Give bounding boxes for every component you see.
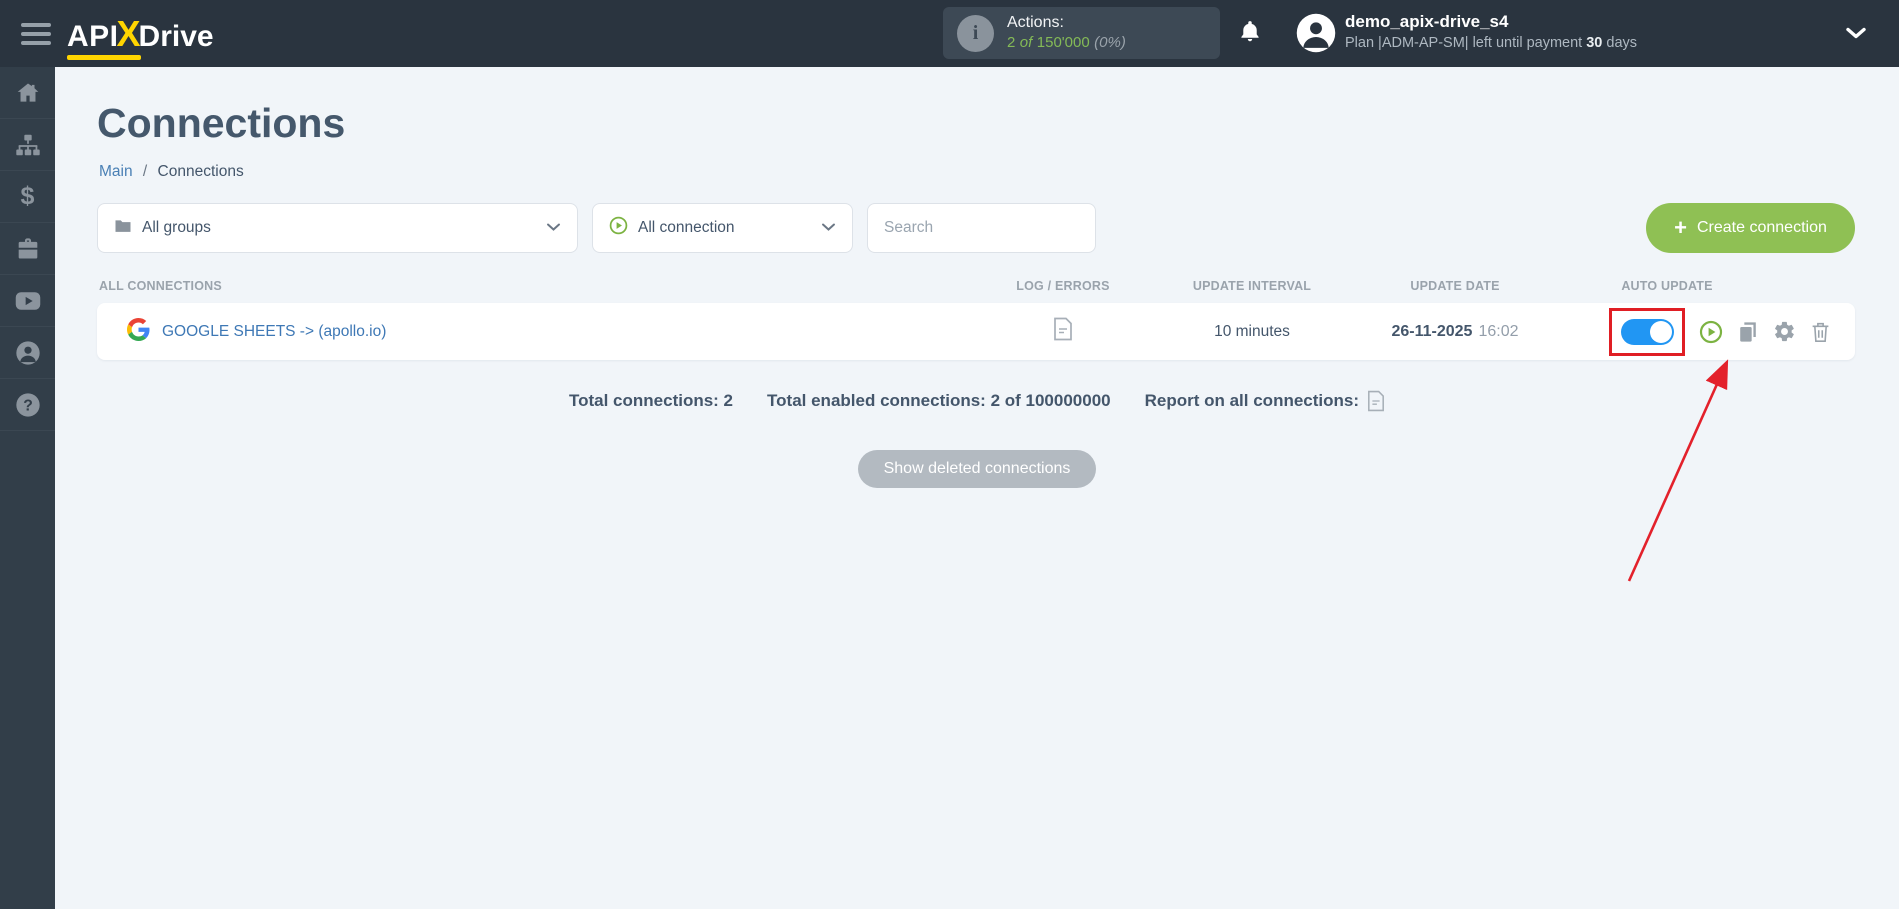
auto-update-toggle[interactable]: [1620, 318, 1674, 345]
sidebar-item-account[interactable]: [0, 327, 55, 379]
update-interval-value: 10 minutes: [1214, 322, 1290, 340]
total-connections-text: Total connections: 2: [568, 391, 734, 410]
home-icon: [15, 80, 41, 106]
user-name: demo_apix-drive_s4: [1345, 12, 1509, 31]
create-connection-button[interactable]: + Create connection: [1646, 203, 1855, 253]
sidebar-item-help[interactable]: ?: [0, 379, 55, 431]
copy-connection-icon[interactable]: [1737, 320, 1759, 344]
col-header-log-errors: LOG / ERRORS: [1016, 279, 1110, 293]
sitemap-icon: [15, 132, 41, 158]
actions-label: Actions:: [1007, 14, 1064, 31]
sidebar-nav: $ ?: [0, 67, 55, 909]
breadcrumb-main-link[interactable]: Main: [99, 163, 133, 180]
report-all-connections: Report on all connections:: [1145, 390, 1385, 412]
red-highlight-box: [1609, 307, 1685, 356]
col-header-update-interval: UPDATE INTERVAL: [1192, 279, 1312, 293]
connection-row: GOOGLE SHEETS -> (apollo.io) 10 minutes …: [97, 303, 1855, 360]
logo-text-x: X: [116, 12, 141, 54]
logo-text-api: API: [67, 19, 119, 53]
info-icon: i: [957, 14, 994, 52]
breadcrumb-separator: /: [142, 163, 148, 180]
svg-text:?: ?: [23, 397, 33, 414]
table-header-row: ALL CONNECTIONS LOG / ERRORS UPDATE INTE…: [97, 279, 1855, 293]
connection-filter-dropdown[interactable]: All connection: [592, 203, 853, 253]
sidebar-item-services[interactable]: [0, 223, 55, 275]
folder-icon: [114, 218, 132, 239]
apixdrive-logo[interactable]: API X Drive: [67, 12, 214, 60]
update-date-value: 26-11-2025: [1391, 322, 1473, 340]
user-menu[interactable]: demo_apix-drive_s4 Plan |ADM-AP-SM| left…: [1345, 11, 1637, 54]
sidebar-item-home[interactable]: [0, 67, 55, 119]
help-icon: ?: [14, 391, 42, 419]
app-root: APIXDrive i Actions: 2 of 150'000 (0%): [0, 0, 1899, 909]
breadcrumb: Main / Connections: [99, 163, 1899, 181]
breadcrumb-current: Connections: [157, 163, 244, 180]
delete-trash-icon[interactable]: [1810, 320, 1831, 344]
settings-gear-icon[interactable]: [1773, 320, 1796, 343]
top-bar: APIXDrive i Actions: 2 of 150'000 (0%): [0, 0, 1899, 67]
col-header-update-date: UPDATE DATE: [1410, 279, 1500, 293]
chevron-down-icon: [546, 219, 561, 237]
enabled-connections-text: Total enabled connections: 2 of 10000000…: [767, 391, 1111, 410]
hamburger-menu-icon[interactable]: [21, 22, 51, 45]
plus-icon: +: [1674, 215, 1687, 240]
page-title: Connections: [97, 100, 346, 146]
update-time-value: 16:02: [1478, 322, 1519, 340]
toggle-knob: [1649, 320, 1672, 343]
notifications-bell-icon[interactable]: [1237, 17, 1263, 52]
sidebar-item-video[interactable]: [0, 275, 55, 327]
google-sheets-icon: [127, 317, 150, 346]
show-deleted-connections-button[interactable]: Show deleted connections: [857, 450, 1097, 488]
play-circle-icon: [609, 216, 628, 240]
log-file-icon[interactable]: [1053, 317, 1073, 341]
filters-row: All groups All connection + Create conne…: [97, 203, 1855, 253]
col-header-auto-update: AUTO UPDATE: [1621, 279, 1713, 293]
actions-usage: 2 of 150'000 (0%): [1007, 34, 1126, 51]
run-connection-icon[interactable]: [1699, 320, 1723, 344]
user-menu-chevron-down-icon[interactable]: [1845, 26, 1867, 45]
main-content: Connections Main / Connections All group…: [55, 67, 1899, 909]
sidebar-item-connections[interactable]: [0, 119, 55, 171]
summary-row: Total connections: 2 Total enabled conne…: [55, 390, 1899, 412]
user-avatar[interactable]: [1295, 12, 1337, 59]
annotation-arrow: [1627, 359, 1729, 582]
video-icon: [14, 288, 42, 314]
person-icon: [14, 339, 42, 367]
chevron-down-icon: [821, 219, 836, 237]
briefcase-icon: [15, 236, 41, 262]
search-input[interactable]: [867, 203, 1096, 253]
actions-counter[interactable]: i Actions: 2 of 150'000 (0%): [943, 7, 1220, 59]
dollar-icon: $: [20, 182, 35, 210]
connection-name-link[interactable]: GOOGLE SHEETS -> (apollo.io): [162, 323, 386, 341]
groups-filter-dropdown[interactable]: All groups: [97, 203, 578, 253]
report-file-icon[interactable]: [1367, 390, 1385, 412]
col-header-all-connections: ALL CONNECTIONS: [99, 279, 222, 293]
logo-text-drive: Drive: [138, 19, 214, 53]
user-plan-info: Plan |ADM-AP-SM| left until payment 30 d…: [1345, 34, 1638, 51]
sidebar-item-billing[interactable]: $: [0, 171, 55, 223]
